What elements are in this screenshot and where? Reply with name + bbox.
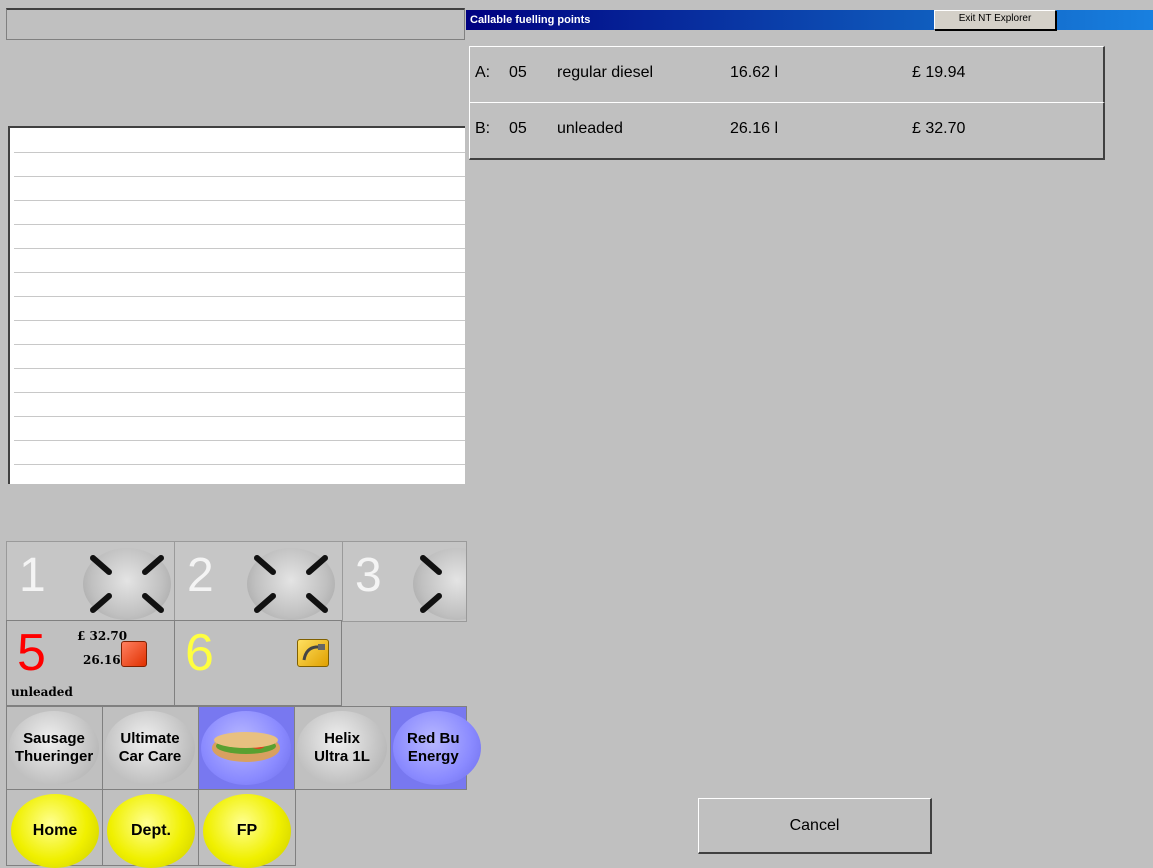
product-label: Red Bu Energy [393,711,481,785]
product-sausage[interactable]: Sausage Thueringer [6,706,104,790]
product-red-bull[interactable]: Red Bu Energy [390,706,481,790]
fuel-point-number: 2 [187,549,214,602]
pump-amount: £ 32.70 [77,629,128,643]
fuelling-row-a[interactable]: A: 05 regular diesel 16.62 l £ 19.94 [469,46,1105,104]
pump-product: unleaded [11,685,73,699]
top-strip [6,8,465,40]
fuel-point-3[interactable]: 3 [342,541,467,622]
receipt-list[interactable] [8,126,465,484]
fuel-point-1[interactable]: 1 [6,541,176,622]
row-letter: A: [475,64,491,81]
cancel-button[interactable]: Cancel [698,798,932,854]
fuel-point-2[interactable]: 2 [174,541,344,622]
row-volume: 16.62 l [730,64,779,81]
receipt-row-line [14,320,465,321]
status-panel [6,484,465,540]
receipt-row-line [14,368,465,369]
home-button[interactable]: Home [6,789,104,868]
row-product: unleaded [557,120,623,137]
fuelling-row-b[interactable]: B: 05 unleaded 26.16 l £ 32.70 [469,102,1105,160]
pump-6[interactable]: 6 [174,620,342,706]
product-car-care[interactable]: Ultimate Car Care [102,706,200,790]
pump-5[interactable]: 5 £ 32.70 26.16 l unleaded [6,620,176,706]
pump-number: 6 [185,624,214,682]
sandwich-icon [201,711,291,785]
row-pump: 05 [509,64,527,81]
row-volume: 26.16 l [730,120,779,137]
receipt-row-line [14,248,465,249]
product-helix[interactable]: Helix Ultra 1L [294,706,392,790]
fuel-point-number: 3 [355,549,382,602]
dialog-titlebar: Callable fuelling points Exit NT Explore… [466,10,1153,30]
receipt-row-line [14,440,465,441]
row-letter: B: [475,120,491,137]
product-label: Ultimate Car Care [105,711,195,785]
nozzle-x-icon [247,548,335,620]
receipt-row-line [14,416,465,417]
product-sandwich[interactable] [198,706,296,790]
dept-label: Dept. [107,794,195,868]
row-amount: £ 32.70 [912,120,966,137]
receipt-row-line [14,392,465,393]
home-label: Home [11,794,99,868]
fuel-nozzle-icon [297,639,329,667]
product-label: Helix Ultra 1L [297,711,387,785]
row-pump: 05 [509,120,527,137]
row-product: regular diesel [557,64,654,81]
info-panel [6,40,465,126]
receipt-row-line [14,200,465,201]
dialog-title: Callable fuelling points [470,14,591,26]
receipt-row-line [14,464,465,465]
exit-nt-explorer-button[interactable]: Exit NT Explorer [934,10,1056,30]
product-label: Sausage Thueringer [9,711,99,785]
receipt-row-line [14,344,465,345]
fuel-point-number: 1 [19,549,46,602]
receipt-row-line [14,272,465,273]
receipt-row-line [14,224,465,225]
row-amount: £ 19.94 [912,64,966,81]
receipt-row-line [14,296,465,297]
nozzle-x-icon [83,548,171,620]
dept-button[interactable]: Dept. [102,789,200,868]
receipt-row-line [14,152,465,153]
stop-square-icon [121,641,147,667]
fp-label: FP [203,794,291,868]
nozzle-x-icon [413,548,466,620]
pump-number: 5 [17,624,46,682]
fp-button[interactable]: FP [198,789,296,868]
receipt-row-line [14,176,465,177]
